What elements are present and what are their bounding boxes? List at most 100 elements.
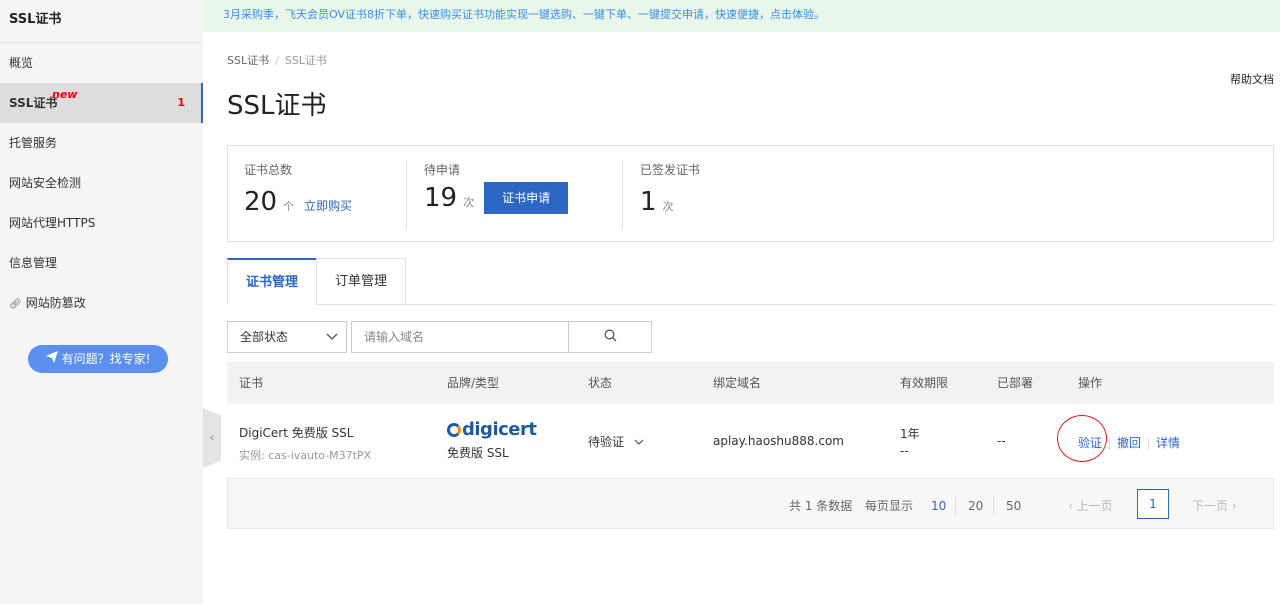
action-divider (1109, 437, 1111, 450)
stat-pending-unit: 次 (463, 196, 475, 209)
validity-value: 1年 (900, 427, 920, 441)
domain-value: aplay.haoshu888.com (713, 434, 844, 448)
sidebar-item-proxy-https[interactable]: 网站代理HTTPS (0, 203, 203, 243)
stat-issued-unit: 次 (662, 200, 674, 213)
cert-instance: 实例: cas-ivauto-M37tPX (239, 449, 372, 462)
search-icon (604, 329, 617, 345)
table-header: 证书 品牌/类型 状态 绑定域名 有效期限 已部署 操作 (227, 362, 1274, 404)
sidebar-title: SSL证书 (0, 0, 203, 43)
column-header: 操作 (1078, 376, 1103, 390)
next-page-button[interactable]: 下一页 › (1192, 497, 1237, 514)
table-row: DigiCert 免费版 SSL 实例: cas-ivauto-M37tPX d… (227, 404, 1274, 479)
stat-divider (622, 161, 623, 229)
stat-pending: 待申请 19 次 证书申请 (424, 161, 569, 229)
detail-link[interactable]: 详情 (1156, 436, 1180, 450)
ask-expert-button[interactable]: 有问题？找专家! (28, 345, 168, 373)
digicert-ring-icon (447, 422, 461, 437)
chevron-down-icon (326, 322, 338, 363)
external-link-icon: 🔗︎ (9, 299, 22, 310)
breadcrumb: SSL证书 / SSL证书 (227, 52, 327, 68)
sidebar-item-ssl[interactable]: SSL证书 new 1 (0, 83, 203, 123)
column-header: 品牌/类型 (447, 376, 500, 390)
page-title: SSL证书 (227, 91, 327, 121)
stat-total: 证书总数 20 个 立即购买 (244, 161, 352, 229)
breadcrumb-current: SSL证书 (284, 54, 327, 67)
sidebar-item-label: 网站防篡改 (25, 296, 86, 310)
validity-sub: -- (900, 444, 909, 458)
tab-bar: 证书管理 订单管理 (227, 258, 1274, 305)
page-size-option[interactable]: 10 (931, 499, 946, 513)
domain-search-input[interactable] (351, 321, 569, 353)
prev-page-button[interactable]: ‹ 上一页 (1068, 497, 1113, 514)
search-button[interactable] (568, 321, 652, 353)
paper-plane-icon (45, 345, 58, 373)
column-header: 有效期限 (900, 376, 949, 390)
status-filter-select[interactable]: 全部状态 (227, 321, 347, 353)
certificate-table: 证书 品牌/类型 状态 绑定域名 有效期限 已部署 操作 DigiCert 免费… (227, 362, 1274, 479)
page-size-divider (955, 495, 956, 515)
deployed-value: -- (997, 434, 1006, 448)
stat-issued: 已签发证书 1 次 (640, 161, 700, 229)
sidebar-item-label: 概览 (9, 56, 34, 70)
sidebar-item-label: 网站代理HTTPS (9, 216, 96, 230)
stats-card: 证书总数 20 个 立即购买 待申请 19 次 证书申请 已签发证书 1 次 (227, 145, 1274, 242)
revoke-link[interactable]: 撤回 (1117, 436, 1141, 450)
page-number-current[interactable]: 1 (1137, 489, 1169, 519)
action-divider (1148, 437, 1150, 450)
stat-pending-value: 19 (424, 183, 458, 213)
status-value: 待验证 (588, 435, 625, 449)
status-dropdown[interactable]: 待验证 (588, 433, 644, 450)
digicert-logo: digicert (447, 419, 537, 440)
tab-certificate-management[interactable]: 证书管理 (227, 258, 317, 305)
chevron-down-icon (630, 436, 644, 449)
ask-expert-label: 有问题？找专家! (61, 352, 151, 366)
help-docs-link[interactable]: 帮助文档 (1230, 71, 1274, 87)
page-size-option[interactable]: 50 (1006, 499, 1021, 513)
sidebar-item-overview[interactable]: 概览 (0, 43, 203, 83)
per-page-label: 每页显示 (865, 499, 914, 513)
tab-order-management[interactable]: 订单管理 (316, 258, 406, 305)
sidebar-collapse-handle[interactable]: ‹ (203, 408, 221, 468)
pagination-total: 共 1 条数据 (789, 499, 853, 513)
brand-cell: digicert 免费版 SSL (447, 419, 537, 461)
stat-pending-label: 待申请 (424, 163, 461, 177)
sidebar-item-label: 信息管理 (9, 256, 58, 270)
cert-cell: DigiCert 免费版 SSL 实例: cas-ivauto-M37tPX (239, 424, 371, 463)
sidebar-item-label: SSL证书 (9, 96, 58, 110)
pagination: 共 1 条数据 每页显示 10 20 50 ‹ 上一页 1 下一页 › (227, 479, 1274, 529)
chevron-right-icon: › (1228, 499, 1237, 513)
sidebar-item-info-management[interactable]: 信息管理 (0, 243, 203, 283)
sidebar-item-tamper-protection[interactable]: 🔗︎ 网站防篡改 (0, 283, 203, 323)
stat-divider (406, 161, 407, 229)
brand-type: 免费版 SSL (447, 446, 509, 460)
promo-banner[interactable]: 3月采购季，飞天会员OV证书8折下单，快速购买证书功能实现一键选购、一键下单、一… (203, 0, 1280, 32)
promo-banner-text: 3月采购季，飞天会员OV证书8折下单，快速购买证书功能实现一键选购、一键下单、一… (223, 8, 825, 21)
cert-name: DigiCert 免费版 SSL (239, 426, 354, 440)
count-badge: 1 (177, 96, 185, 109)
sidebar: SSL证书 概览 SSL证书 new 1 托管服务 网站安全检测 网站代理HTT… (0, 0, 203, 604)
page-size-option[interactable]: 20 (968, 499, 983, 513)
sidebar-item-hosting[interactable]: 托管服务 (0, 123, 203, 163)
status-filter-value: 全部状态 (240, 330, 289, 344)
sidebar-item-label: 网站安全检测 (9, 176, 82, 190)
stat-total-label: 证书总数 (244, 163, 293, 177)
stat-total-value: 20 (244, 187, 278, 217)
buy-now-link[interactable]: 立即购买 (304, 197, 352, 214)
column-header: 状态 (588, 376, 613, 390)
chevron-left-icon: ‹ (209, 430, 215, 446)
chevron-left-icon: ‹ (1068, 499, 1077, 513)
page-size-divider (993, 495, 994, 515)
column-header: 绑定域名 (713, 376, 762, 390)
stat-issued-label: 已签发证书 (640, 163, 701, 177)
breadcrumb-root[interactable]: SSL证书 (227, 54, 269, 67)
column-header: 证书 (239, 376, 264, 390)
stat-issued-value: 1 (640, 187, 657, 217)
column-header: 已部署 (997, 376, 1034, 390)
stat-total-unit: 个 (283, 200, 295, 213)
validity-cell: 1年 -- (900, 425, 920, 458)
apply-certificate-button[interactable]: 证书申请 (484, 182, 569, 214)
breadcrumb-separator: / (275, 54, 279, 67)
new-badge: new (52, 88, 78, 101)
sidebar-item-label: 托管服务 (9, 136, 58, 150)
sidebar-item-site-security-check[interactable]: 网站安全检测 (0, 163, 203, 203)
